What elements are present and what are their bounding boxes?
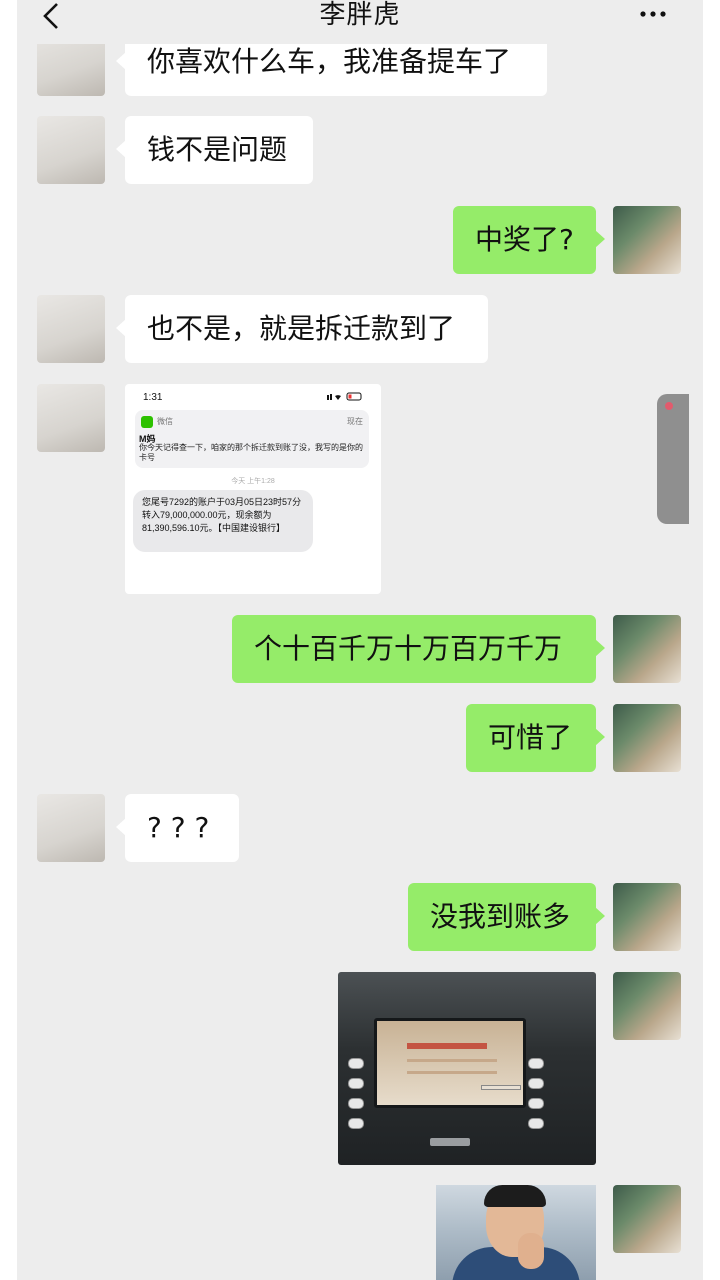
message-bubble-self[interactable]: 个十百千万十万百万千万 — [232, 615, 605, 683]
atm-logo — [430, 1138, 470, 1146]
notification-body: 你今天记得查一下，咱家的那个拆迁款到账了没，我写的是你的卡号 — [139, 443, 363, 462]
message-text: 钱不是问题 — [147, 133, 288, 166]
notification-time: 现在 — [347, 417, 363, 426]
notification-card: 微信 现在 M妈 你今天记得查一下，咱家的那个拆迁款到账了没，我写的是你的卡号 — [135, 410, 369, 468]
battery-icon — [327, 392, 362, 401]
atm-screen-header — [407, 1043, 487, 1049]
sms-message: 您尾号7292的账户于03月05日23时57分转入79,000,000.00元，… — [133, 490, 313, 552]
atm-screen-button — [481, 1085, 521, 1090]
contact-avatar[interactable] — [37, 295, 105, 363]
self-avatar[interactable] — [613, 972, 681, 1040]
right-margin — [703, 0, 720, 1280]
floating-side-handle[interactable] — [657, 394, 689, 524]
message-bubble-self[interactable]: 中奖了? — [453, 206, 605, 274]
message-bubble-self[interactable]: 没我到账多 — [408, 883, 605, 951]
sms-screenshot-image[interactable]: 1:31 微信 现在 M妈 你今天记得查一下，咱家的那个拆迁款到账了没，我写的是… — [125, 384, 381, 594]
atm-side-button — [348, 1078, 364, 1089]
self-avatar[interactable] — [613, 1185, 681, 1253]
message-text: 也不是，就是拆迁款到了 — [147, 312, 456, 345]
sms-timestamp: 今天 上午1:28 — [231, 478, 275, 485]
message-text: 可惜了 — [488, 721, 573, 754]
self-avatar[interactable] — [613, 615, 681, 683]
atm-screen-line — [407, 1071, 497, 1074]
left-margin — [0, 0, 17, 1280]
person-hand — [518, 1233, 544, 1269]
atm-side-button — [348, 1118, 364, 1129]
atm-side-button — [528, 1058, 544, 1069]
notification-dot-icon — [665, 402, 673, 410]
atm-photo-image[interactable] — [338, 972, 596, 1165]
chat-title: 李胖虎 — [319, 0, 401, 30]
atm-screen — [374, 1018, 526, 1108]
message-text: 没我到账多 — [430, 900, 571, 933]
contact-avatar[interactable] — [37, 384, 105, 452]
message-bubble-self[interactable]: 可惜了 — [466, 704, 605, 772]
self-avatar[interactable] — [613, 883, 681, 951]
message-bubble[interactable]: 也不是，就是拆迁款到了 — [116, 295, 488, 363]
more-dots-icon[interactable] — [635, 4, 675, 24]
message-text: 个十百千万十万百万千万 — [254, 632, 563, 665]
message-text: 你喜欢什么车，我准备提车了 — [147, 45, 512, 78]
message-text: 中奖了? — [475, 223, 574, 256]
chat-header: 李胖虎 — [17, 0, 703, 44]
atm-side-button — [348, 1058, 364, 1069]
self-avatar[interactable] — [613, 206, 681, 274]
atm-side-button — [528, 1118, 544, 1129]
person-photo-image[interactable] — [436, 1185, 596, 1280]
message-text: ? ? ? — [147, 811, 210, 844]
message-bubble[interactable]: 钱不是问题 — [116, 116, 313, 184]
person-hair — [484, 1185, 546, 1207]
self-avatar[interactable] — [613, 704, 681, 772]
message-bubble[interactable]: ? ? ? — [116, 794, 239, 862]
contact-avatar[interactable] — [37, 794, 105, 862]
contact-avatar[interactable] — [37, 116, 105, 184]
atm-side-button — [528, 1098, 544, 1109]
status-time: 1:31 — [143, 392, 163, 403]
notification-app-name: 微信 — [157, 417, 173, 426]
chat-window: 你喜欢什么车，我准备提车了 李胖虎 钱不是问题 中奖了? 也不是，就是拆迁款到了… — [17, 0, 703, 1280]
wechat-icon — [141, 416, 153, 428]
atm-side-button — [528, 1078, 544, 1089]
atm-side-button — [348, 1098, 364, 1109]
atm-screen-line — [407, 1059, 497, 1062]
